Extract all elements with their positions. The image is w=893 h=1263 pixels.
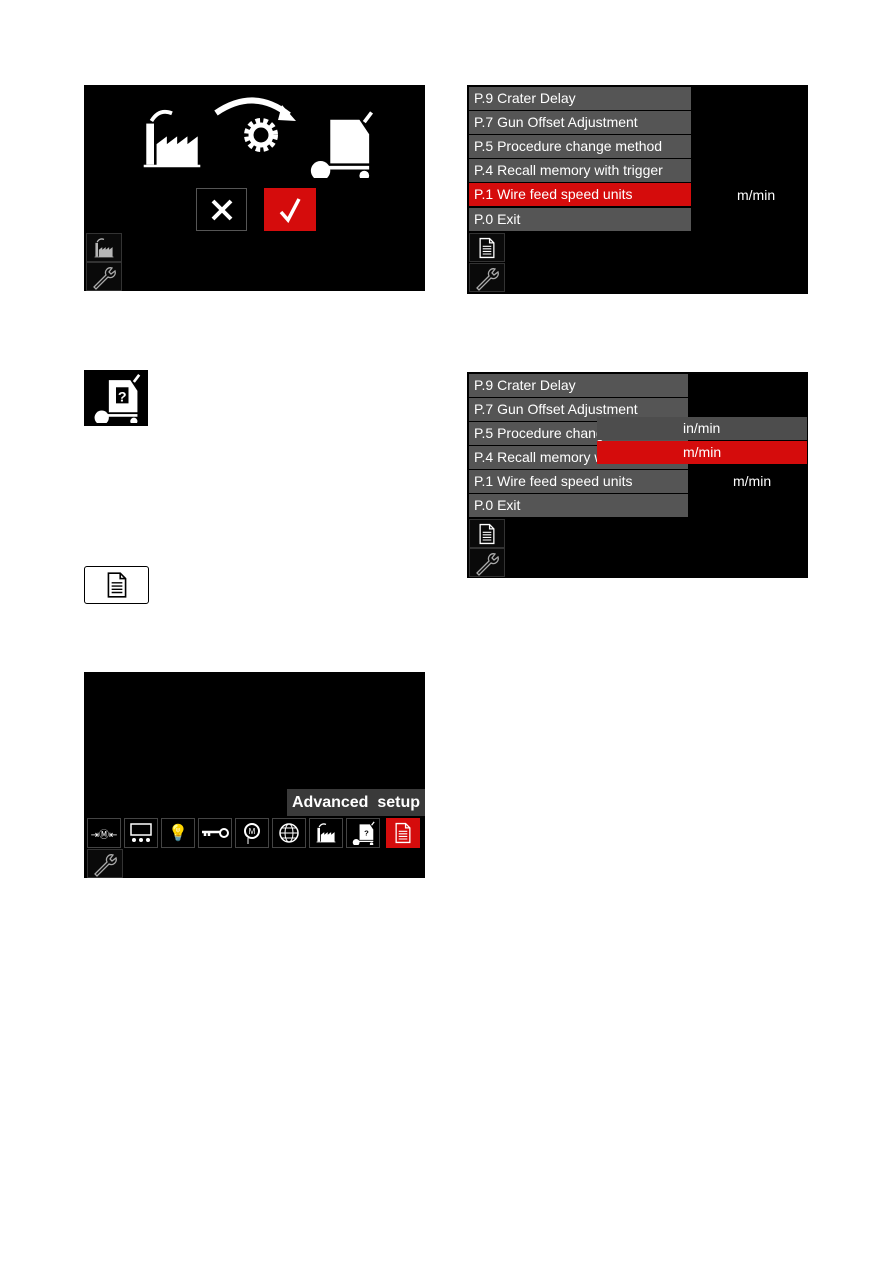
gear-icon (244, 118, 278, 152)
option-in-min[interactable]: in/min (597, 417, 807, 440)
toolbar-display-button[interactable] (124, 818, 158, 848)
menu-item-p1[interactable]: P.1 Wire feed speed units (469, 183, 691, 206)
side-wrench-button[interactable] (86, 262, 122, 291)
document-icon (84, 566, 149, 604)
dropdown-screen: P.9 Crater Delay P.7 Gun Offset Adjustme… (467, 372, 808, 578)
toolbar-info-button[interactable]: ? (346, 818, 380, 848)
document-icon (395, 822, 411, 844)
x-icon (211, 199, 232, 220)
menu-item-p9[interactable]: P.9 Crater Delay (469, 374, 688, 397)
side-factory-button[interactable] (86, 233, 122, 262)
cancel-button[interactable] (196, 188, 247, 231)
wire-feeder-info-icon: ? (84, 370, 148, 426)
menu-item-p7[interactable]: P.7 Gun Offset Adjustment (469, 111, 691, 134)
key-icon (202, 828, 229, 838)
menu-item-p1[interactable]: P.1 Wire feed speed units (469, 470, 688, 493)
menu-item-p0[interactable]: P.0 Exit (469, 494, 688, 517)
display-icon (130, 823, 152, 842)
side-wrench-button[interactable] (469, 263, 505, 292)
svg-text:?: ? (118, 390, 127, 406)
factory-reset-screen (84, 85, 425, 291)
setup-screen: Advanced setup ⇥Ⓜ⇤ 💡 M ? (84, 672, 425, 878)
side-document-button[interactable] (469, 233, 505, 262)
menu-item-p5[interactable]: P.5 Procedure change method (469, 135, 691, 158)
menu-item-p0[interactable]: P.0 Exit (469, 208, 691, 231)
factory-icon (315, 823, 337, 844)
toolbar-key-button[interactable] (198, 818, 232, 848)
check-icon (279, 197, 301, 223)
wrench-icon (476, 552, 499, 576)
toolbar-document-button[interactable] (386, 818, 420, 848)
language-icon (279, 823, 299, 843)
document-icon (479, 523, 495, 544)
svg-text:?: ? (364, 829, 369, 838)
advanced-setup-tooltip: Advanced setup (287, 789, 425, 816)
wrench-icon (93, 266, 116, 290)
menu-item-p4[interactable]: P.4 Recall memory with trigger (469, 159, 691, 182)
info-icon: ? (352, 821, 375, 845)
svg-text:M: M (249, 827, 256, 836)
menu-item-p9[interactable]: P.9 Crater Delay (469, 87, 691, 110)
toolbar-memory-button[interactable]: ⇥Ⓜ⇤ (87, 818, 121, 848)
side-wrench-button[interactable] (87, 849, 123, 878)
toolbar-language-button[interactable] (272, 818, 306, 848)
side-wrench-button[interactable] (469, 548, 505, 577)
toolbar-wire-button[interactable]: M (235, 818, 269, 848)
wire-feeder-icon (309, 110, 374, 178)
brightness-icon: 💡 (168, 825, 188, 842)
side-document-button[interactable] (469, 519, 505, 548)
memory-icon: ⇥Ⓜ⇤ (90, 829, 118, 841)
document-icon (479, 237, 495, 258)
toolbar-factory-button[interactable] (309, 818, 343, 848)
toolbar-brightness-button[interactable]: 💡 (161, 818, 195, 848)
wrench-icon (94, 853, 117, 877)
factory-icon (141, 109, 203, 170)
wire-feed-units-value: m/min (733, 473, 772, 489)
wire-icon: M (244, 823, 260, 844)
factory-icon (93, 237, 115, 258)
confirm-button[interactable] (264, 188, 316, 231)
wire-feed-units-value: m/min (737, 187, 776, 203)
menu-screen: P.9 Crater Delay P.7 Gun Offset Adjustme… (467, 85, 808, 294)
wrench-icon (476, 267, 499, 291)
option-m-min[interactable]: m/min (597, 441, 807, 464)
